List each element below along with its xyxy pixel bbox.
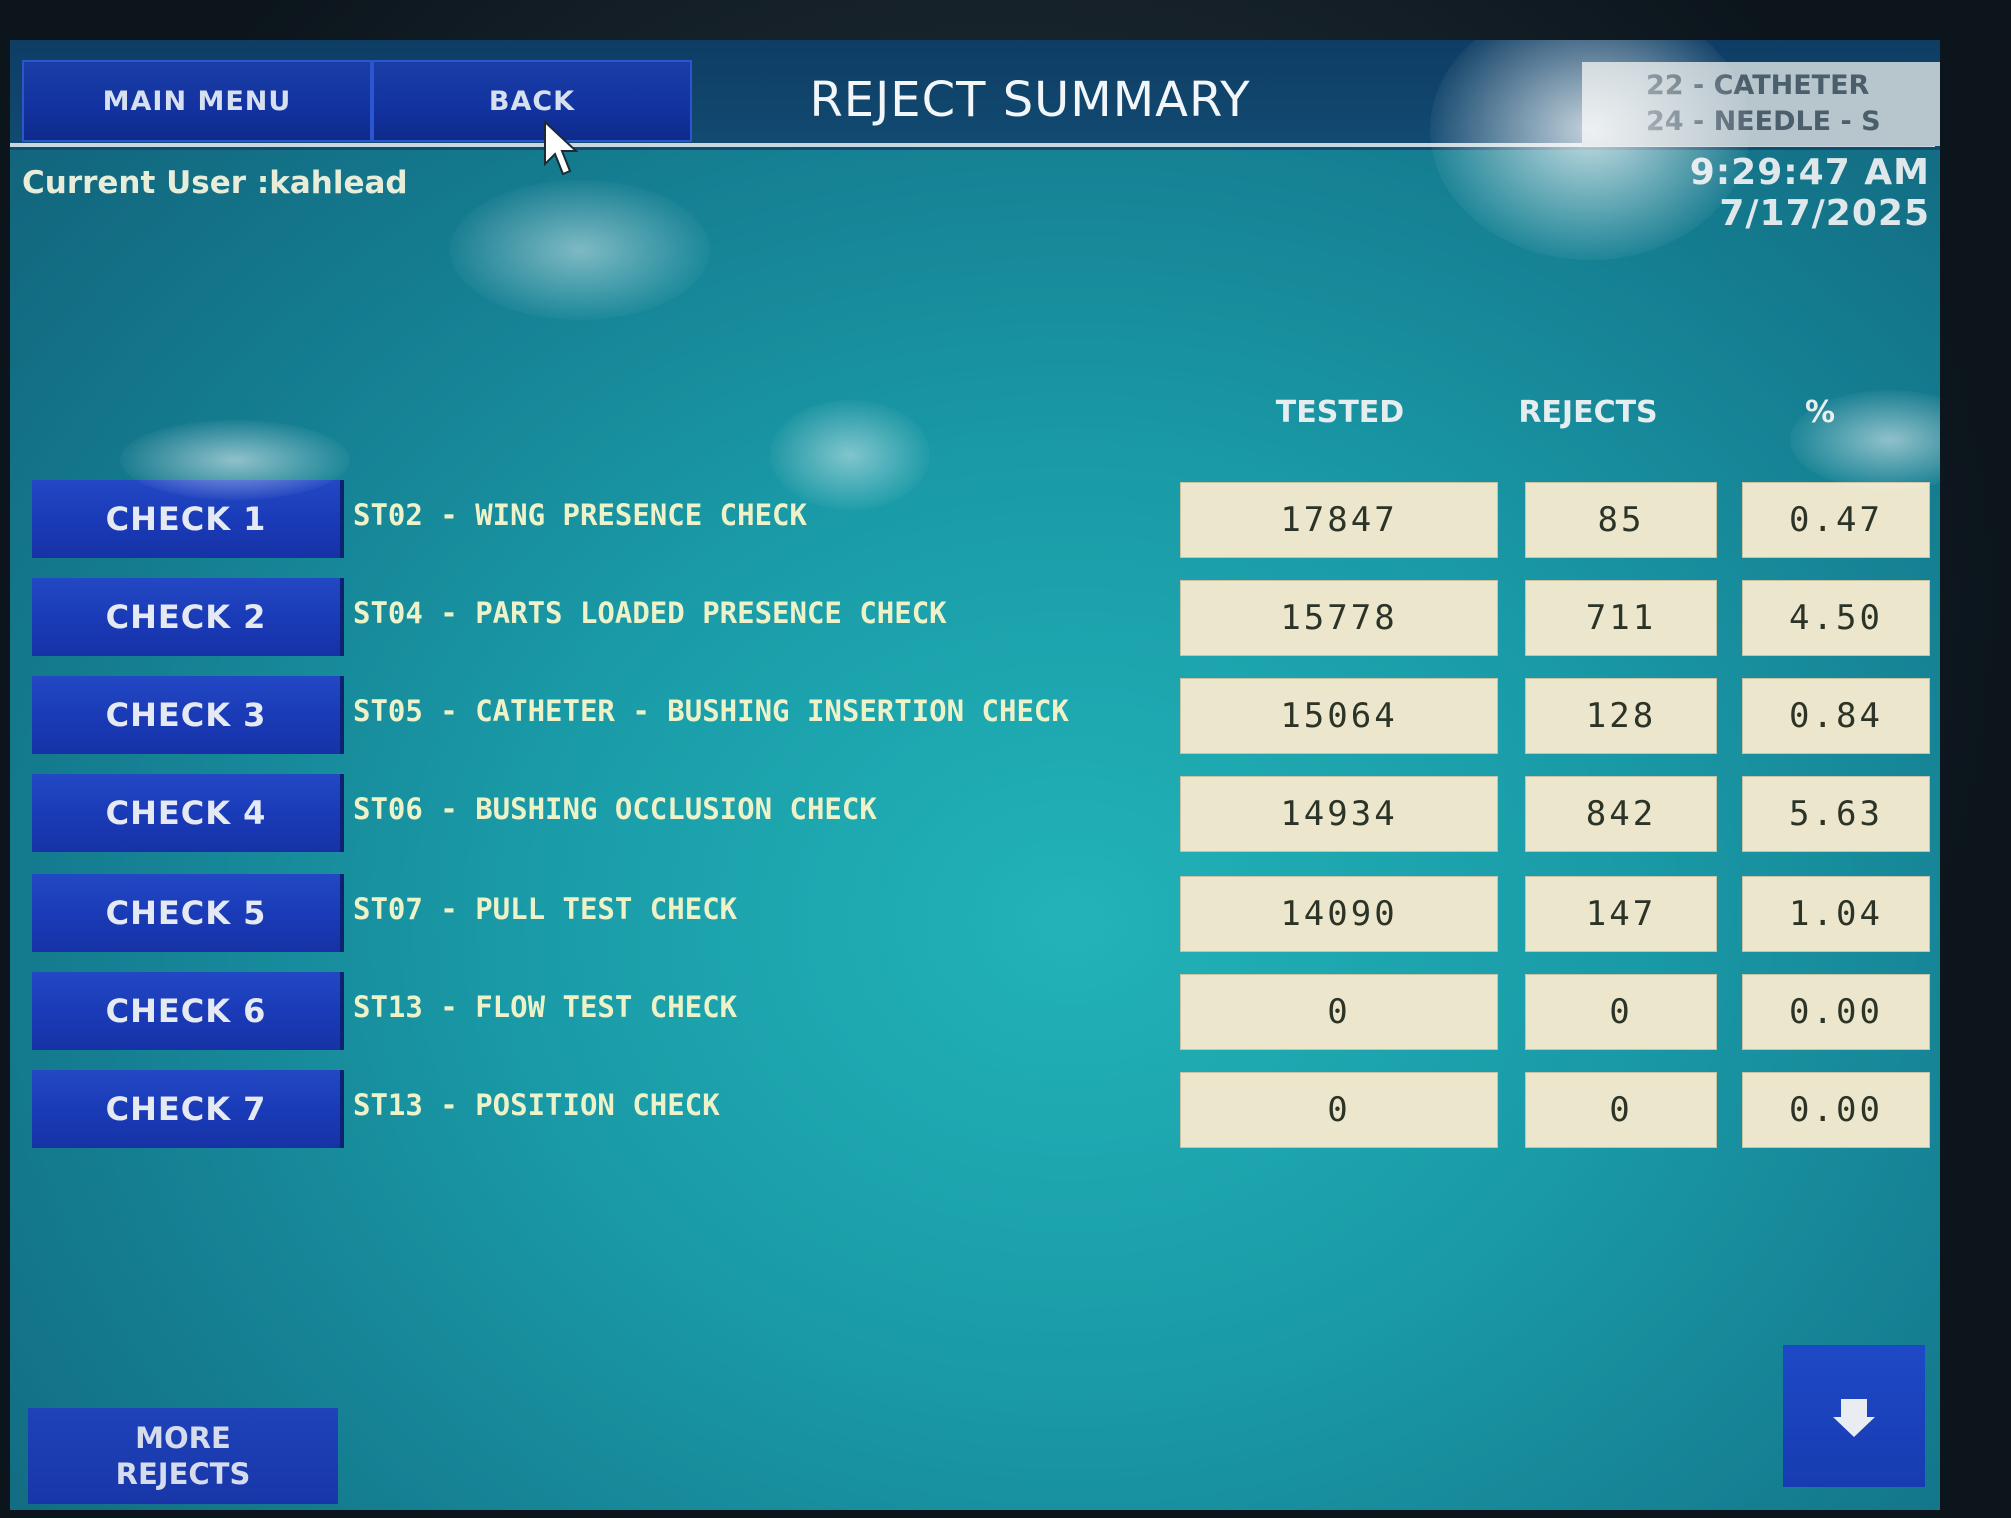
check-row-7: CHECK 7 ST13 - POSITION CHECK 0 0 0.00: [10, 1070, 1940, 1148]
check-5-button[interactable]: CHECK 5: [32, 874, 344, 952]
check-row-1: CHECK 1 ST02 - WING PRESENCE CHECK 17847…: [10, 480, 1940, 558]
check-7-rejects: 0: [1525, 1072, 1717, 1148]
chevron-down-icon: [1833, 1399, 1875, 1437]
check-4-rejects: 842: [1525, 776, 1717, 852]
check-row-2: CHECK 2 ST04 - PARTS LOADED PRESENCE CHE…: [10, 578, 1940, 656]
column-header-percent: %: [1804, 395, 1836, 430]
current-user-label: Current User :kahlead: [22, 165, 408, 201]
check-3-rejects: 128: [1525, 678, 1717, 754]
check-7-description: ST13 - POSITION CHECK: [353, 1088, 720, 1122]
check-3-description: ST05 - CATHETER - BUSHING INSERTION CHEC…: [353, 694, 1069, 728]
check-2-description: ST04 - PARTS LOADED PRESENCE CHECK: [353, 596, 947, 630]
screen-glare-mid: [450, 180, 710, 320]
column-header-tested: TESTED: [1275, 395, 1405, 430]
check-row-6: CHECK 6 ST13 - FLOW TEST CHECK 0 0 0.00: [10, 972, 1940, 1050]
check-row-4: CHECK 4 ST06 - BUSHING OCCLUSION CHECK 1…: [10, 774, 1940, 852]
check-4-tested: 14934: [1180, 776, 1498, 852]
check-6-description: ST13 - FLOW TEST CHECK: [353, 990, 738, 1024]
check-5-description: ST07 - PULL TEST CHECK: [353, 892, 738, 926]
more-rejects-label-line-1: MORE: [135, 1421, 231, 1455]
check-6-percent: 0.00: [1742, 974, 1930, 1050]
more-rejects-button[interactable]: MORE REJECTS: [28, 1408, 338, 1504]
check-4-description: ST06 - BUSHING OCCLUSION CHECK: [353, 792, 877, 826]
mouse-pointer-icon: [544, 120, 579, 176]
check-1-description: ST02 - WING PRESENCE CHECK: [353, 498, 807, 532]
page-down-button[interactable]: [1783, 1345, 1925, 1487]
check-1-rejects: 85: [1525, 482, 1717, 558]
check-2-percent: 4.50: [1742, 580, 1930, 656]
check-3-button[interactable]: CHECK 3: [32, 676, 344, 754]
part-line-1: 22 - CATHETER: [1646, 70, 1870, 101]
check-4-button[interactable]: CHECK 4: [32, 774, 344, 852]
check-6-tested: 0: [1180, 974, 1498, 1050]
check-5-percent: 1.04: [1742, 876, 1930, 952]
check-3-percent: 0.84: [1742, 678, 1930, 754]
hmi-screen: MAIN MENU BACK REJECT SUMMARY 22 - CATHE…: [10, 40, 1940, 1510]
more-rejects-label-line-2: REJECTS: [115, 1457, 251, 1491]
part-line-2: 24 - NEEDLE - S: [1646, 106, 1881, 137]
part-info-box: 22 - CATHETER 24 - NEEDLE - S: [1582, 62, 1940, 146]
page-title: REJECT SUMMARY: [809, 72, 1251, 128]
check-row-5: CHECK 5 ST07 - PULL TEST CHECK 14090 147…: [10, 874, 1940, 952]
check-1-percent: 0.47: [1742, 482, 1930, 558]
check-6-button[interactable]: CHECK 6: [32, 972, 344, 1050]
check-row-3: CHECK 3 ST05 - CATHETER - BUSHING INSERT…: [10, 676, 1940, 754]
column-header-rejects: REJECTS: [1518, 395, 1658, 430]
datetime-display: 9:29:47 AM 7/17/2025: [1689, 152, 1930, 234]
check-2-button[interactable]: CHECK 2: [32, 578, 344, 656]
main-menu-button[interactable]: MAIN MENU: [22, 60, 372, 142]
check-7-tested: 0: [1180, 1072, 1498, 1148]
check-2-tested: 15778: [1180, 580, 1498, 656]
check-3-tested: 15064: [1180, 678, 1498, 754]
check-5-rejects: 147: [1525, 876, 1717, 952]
check-7-button[interactable]: CHECK 7: [32, 1070, 344, 1148]
check-2-rejects: 711: [1525, 580, 1717, 656]
check-1-button[interactable]: CHECK 1: [32, 480, 344, 558]
back-button[interactable]: BACK: [372, 60, 692, 142]
check-4-percent: 5.63: [1742, 776, 1930, 852]
check-5-tested: 14090: [1180, 876, 1498, 952]
check-7-percent: 0.00: [1742, 1072, 1930, 1148]
check-6-rejects: 0: [1525, 974, 1717, 1050]
check-1-tested: 17847: [1180, 482, 1498, 558]
